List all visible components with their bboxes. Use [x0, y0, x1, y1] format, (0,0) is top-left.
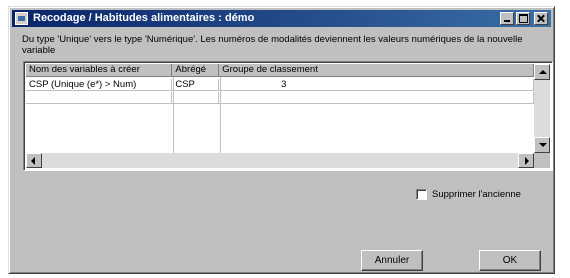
close-button[interactable] — [534, 12, 548, 25]
suppress-checkbox[interactable] — [416, 189, 427, 200]
column-header-abbrev[interactable]: Abrégé — [172, 64, 220, 77]
table-row[interactable]: CSP (Unique (e*) > Num) CSP 3 — [26, 79, 534, 91]
cancel-button[interactable]: Annuler — [361, 250, 423, 271]
ok-button[interactable]: OK — [479, 250, 541, 271]
column-header-group[interactable]: Groupe de classement — [219, 64, 534, 77]
scrollbar-corner — [534, 153, 550, 168]
info-text: Du type 'Unique' vers le type 'Numérique… — [22, 34, 523, 56]
suppress-label[interactable]: Supprimer l'ancienne — [432, 189, 521, 200]
cell-abbrev[interactable]: CSP — [172, 79, 220, 91]
cell-variable-name[interactable]: CSP (Unique (e*) > Num) — [26, 79, 173, 91]
maximize-button[interactable] — [516, 12, 530, 25]
window-title: Recodage / Habitudes alimentaires : démo — [33, 12, 255, 24]
app-icon — [15, 12, 28, 25]
scroll-right-button[interactable] — [518, 153, 534, 168]
column-divider — [220, 77, 221, 153]
scroll-down-button[interactable] — [534, 137, 550, 153]
suppress-option[interactable]: Supprimer l'ancienne — [416, 189, 521, 200]
scroll-left-button[interactable] — [26, 153, 42, 168]
table-row-empty[interactable] — [26, 92, 534, 104]
cell-group[interactable]: 3 — [219, 79, 534, 91]
recoding-dialog: Recodage / Habitudes alimentaires : démo… — [8, 6, 555, 274]
scroll-up-button[interactable] — [534, 64, 550, 80]
title-bar[interactable]: Recodage / Habitudes alimentaires : démo — [12, 10, 551, 27]
grid-header: Nom des variables à créer Abrégé Groupe … — [26, 64, 534, 77]
column-header-variable-name[interactable]: Nom des variables à créer — [26, 64, 173, 77]
minimize-button[interactable] — [500, 12, 514, 25]
variables-grid[interactable]: Nom des variables à créer Abrégé Groupe … — [23, 61, 553, 171]
vertical-scrollbar[interactable] — [534, 64, 550, 153]
horizontal-scrollbar[interactable] — [26, 153, 534, 168]
column-divider — [173, 77, 174, 153]
